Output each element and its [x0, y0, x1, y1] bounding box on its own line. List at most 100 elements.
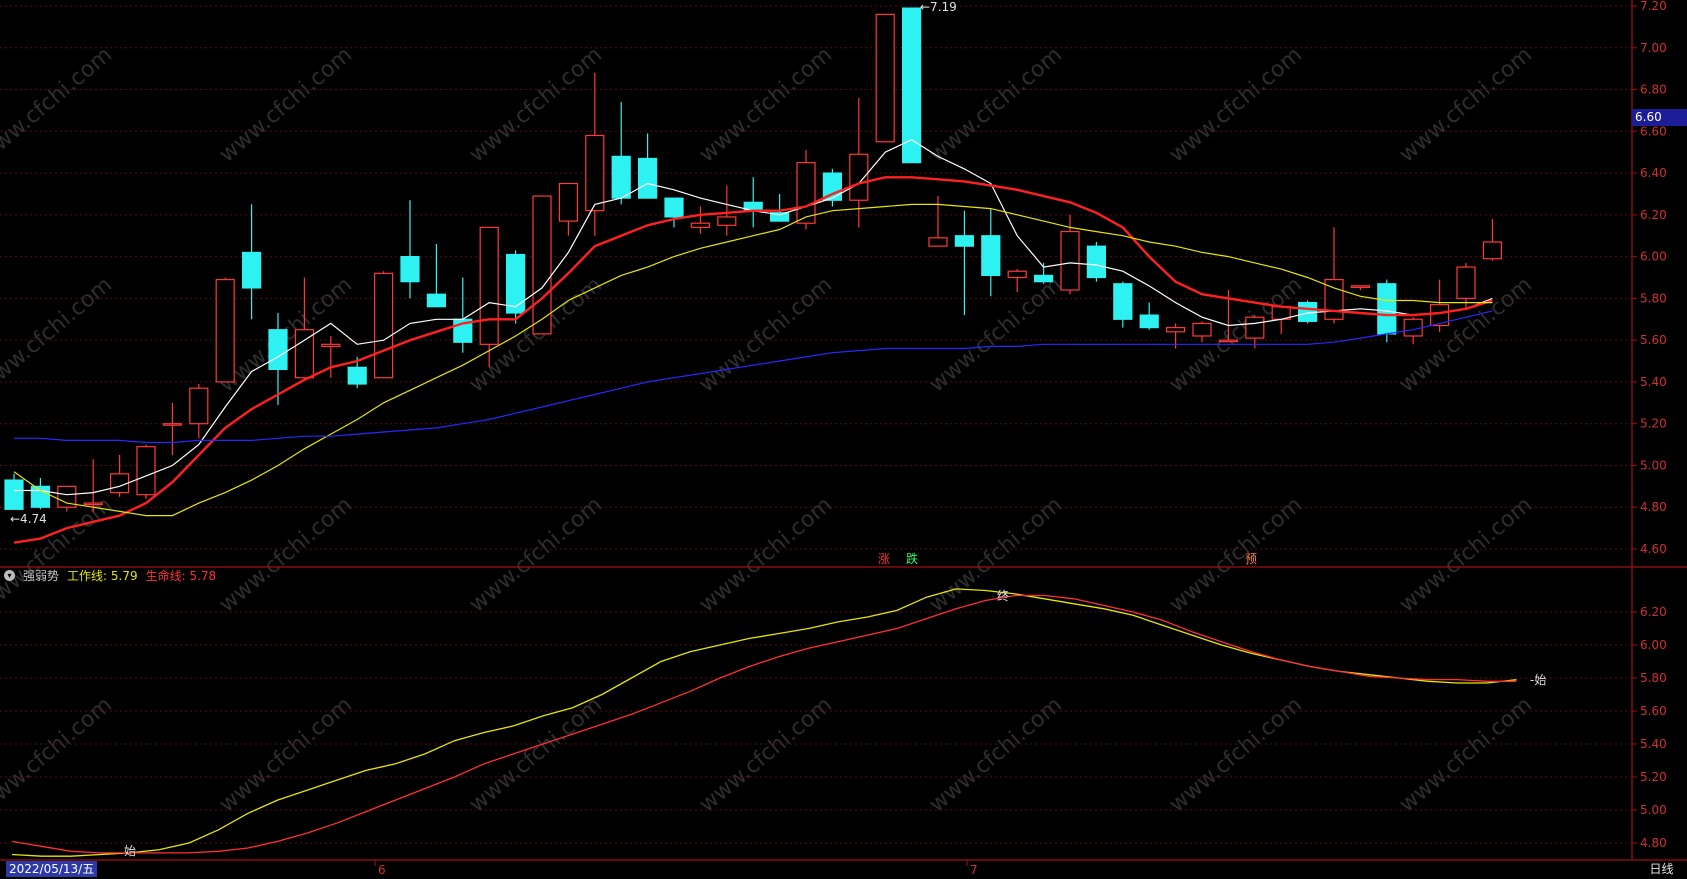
price-tick-label: 5.20: [1640, 417, 1667, 431]
candle-body: [796, 162, 816, 224]
watermark-text: www.cfchi.com: [1165, 42, 1307, 167]
watermark-text: www.cfchi.com: [1395, 42, 1537, 167]
current-price-tag: 6.60: [1632, 109, 1687, 126]
candle-body: [1086, 245, 1107, 279]
indicator-tick-label: 5.40: [1640, 737, 1667, 751]
watermark-text: www.cfchi.com: [925, 272, 1067, 397]
watermark-text: www.cfchi.com: [465, 492, 607, 617]
watermark-text: www.cfchi.com: [1165, 272, 1307, 397]
candle-body: [954, 235, 975, 247]
low-annotation: ←4.74: [10, 512, 47, 526]
cursor-date: 2022/05/13/五: [6, 861, 98, 877]
candle-body: [1007, 270, 1027, 279]
watermark-text: www.cfchi.com: [215, 42, 357, 167]
legend-work-line: 工作线: 5.79: [67, 568, 138, 583]
candle-body: [1456, 266, 1476, 299]
candle-body: [690, 222, 711, 228]
candle-body: [4, 479, 24, 510]
indicator-title: 强弱势: [23, 568, 60, 583]
watermark-text: www.cfchi.com: [0, 272, 117, 397]
collapse-icon[interactable]: ▾: [4, 569, 15, 581]
watermark-text: www.cfchi.com: [695, 42, 837, 167]
watermark-text: www.cfchi.com: [695, 272, 837, 397]
month-label: 6: [378, 863, 386, 877]
candle-body: [1482, 241, 1503, 260]
candle-body: [611, 155, 631, 199]
watermark-text: www.cfchi.com: [1165, 492, 1307, 617]
high-annotation: ←7.19: [920, 0, 957, 14]
signal-warn: 预: [1245, 552, 1257, 566]
candle-body: [928, 237, 948, 247]
candle-body: [321, 343, 341, 348]
indicator-tick-label: 6.20: [1640, 605, 1667, 619]
indicator-tick-label: 6.00: [1640, 638, 1667, 652]
candle-body: [162, 423, 182, 426]
candle-body: [400, 256, 420, 283]
price-tick-label: 6.60: [1640, 124, 1667, 138]
chart-stage: www.cfchi.com www.cfchi.com www.cfchi.com w…: [0, 0, 1687, 877]
price-tick-label: 5.80: [1640, 291, 1667, 305]
indicator-tick-label: 4.80: [1640, 836, 1667, 850]
candle-body: [506, 253, 526, 314]
signal-rise: 涨: [878, 551, 890, 566]
indicator-tick-label: 5.20: [1640, 770, 1667, 784]
price-tick-label: 6.00: [1640, 250, 1667, 264]
candle-body: [1192, 322, 1212, 337]
price-tick-label: 7.00: [1640, 41, 1667, 55]
indicator-tick-label: 5.80: [1640, 671, 1667, 685]
candle-body: [585, 134, 605, 212]
candle-body: [1060, 230, 1080, 291]
price-tick-label: 6.40: [1640, 166, 1667, 180]
start-marker: 始: [124, 844, 136, 858]
signal-fall: 跌: [906, 551, 918, 566]
legend-life-line: 生命线: 5.78: [145, 568, 217, 583]
month-label: 7: [970, 863, 978, 877]
watermark-text: www.cfchi.com: [0, 42, 117, 167]
candle-body: [849, 153, 869, 201]
price-tick-label: 7.20: [1640, 0, 1667, 13]
candle-body: [294, 329, 314, 379]
candle-body: [1218, 339, 1239, 343]
candle-body: [189, 387, 209, 425]
candle-body: [1245, 316, 1265, 339]
candle-body: [479, 226, 499, 345]
price-tick-label: 6.20: [1640, 208, 1667, 222]
watermark-text: www.cfchi.com: [1395, 492, 1537, 617]
candle-body: [347, 366, 367, 385]
price-tick-label: 4.60: [1640, 542, 1667, 556]
candle-body: [717, 216, 737, 226]
end-marker: 终: [997, 588, 1009, 603]
candle-body: [532, 195, 552, 335]
candle-body: [426, 293, 446, 308]
price-tick-label: 5.40: [1640, 375, 1667, 389]
watermark-text: www.cfchi.com: [215, 492, 357, 617]
price-tick-label: 5.00: [1640, 458, 1667, 472]
candle-body: [215, 278, 235, 383]
indicator-tick-label: 5.60: [1640, 704, 1667, 718]
watermark-text: www.cfchi.com: [925, 42, 1067, 167]
price-tick-label: 6.80: [1640, 83, 1667, 97]
candle-body: [1139, 314, 1159, 329]
candle-body: [242, 251, 262, 289]
candle-body: [1350, 285, 1371, 288]
candle-body: [558, 182, 579, 222]
candle-body: [30, 485, 50, 508]
indicator-tick-label: 5.00: [1640, 803, 1667, 817]
watermark-text: www.cfchi.com: [0, 692, 117, 817]
candle-body: [664, 197, 684, 218]
price-tick-label: 5.60: [1640, 333, 1667, 347]
candle-body: [83, 502, 103, 506]
watermark-layer: www.cfchi.com www.cfchi.com www.cfchi.com w…: [0, 42, 1537, 817]
candle-body: [981, 235, 1001, 277]
candle-body: [1033, 274, 1054, 283]
indicator-header: ▾ 强弱势 工作线: 5.79 生命线: 5.78: [4, 566, 216, 584]
candle-body: [875, 13, 895, 143]
watermark-text: www.cfchi.com: [695, 492, 837, 617]
period-button[interactable]: 日线: [1636, 861, 1687, 877]
candle-body: [637, 157, 658, 199]
start-marker: -始: [1530, 673, 1546, 687]
candle-body: [268, 329, 288, 370]
price-tick-label: 4.80: [1640, 500, 1667, 514]
candle-body: [374, 272, 394, 379]
candle-body: [1113, 283, 1133, 320]
